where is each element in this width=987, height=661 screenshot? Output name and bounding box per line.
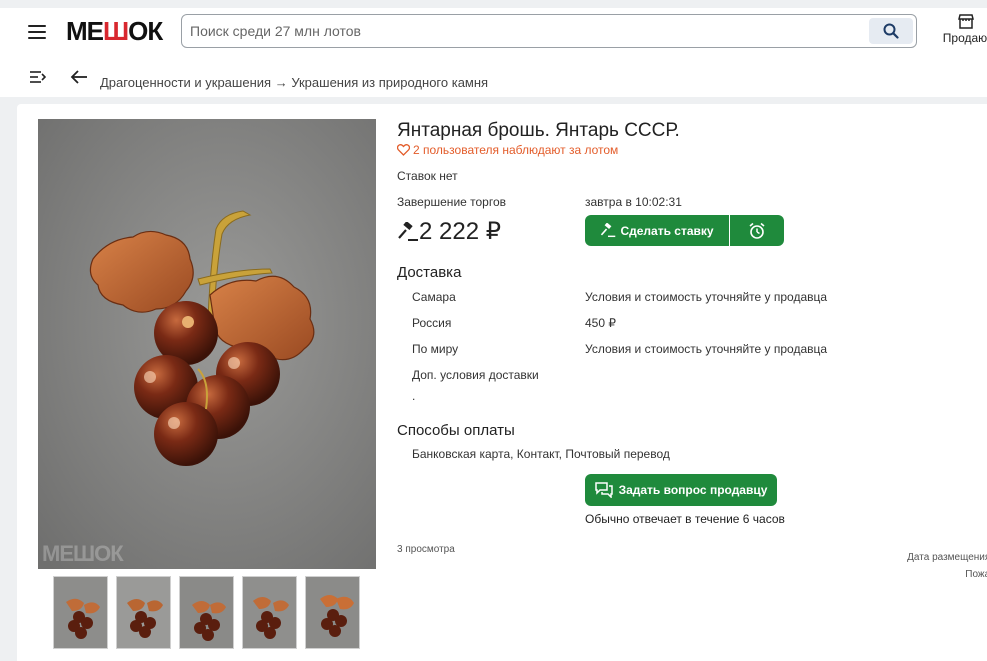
seller-reply-note: Обычно отвечает в течение 6 часов <box>585 512 785 526</box>
watchers-link[interactable]: 2 пользователя наблюдают за лотом <box>396 143 619 157</box>
views-count: 3 просмотра <box>397 544 455 555</box>
complain-link[interactable]: Пожалов <box>965 569 987 580</box>
delivery-value-russia: 450 ₽ <box>585 316 616 330</box>
delivery-label-world: По миру <box>412 342 459 356</box>
posted-date: Дата размещения 19. <box>907 552 987 563</box>
search-button[interactable] <box>869 18 913 44</box>
shop-icon <box>958 14 974 29</box>
thumbnail-3[interactable] <box>179 576 234 649</box>
delivery-label-extra: Доп. условия доставки <box>412 368 539 382</box>
place-bid-label: Сделать ставку <box>620 223 714 238</box>
ask-seller-label: Задать вопрос продавцу <box>618 483 768 497</box>
gavel-icon <box>601 223 616 238</box>
delivery-label-samara: Самара <box>412 290 456 304</box>
alarm-clock-icon <box>749 222 765 239</box>
sell-label: Продаю <box>942 31 987 45</box>
watchers-text: 2 пользователя наблюдают за лотом <box>413 143 619 157</box>
search-bar <box>181 14 917 48</box>
ask-seller-button[interactable]: Задать вопрос продавцу <box>585 474 777 506</box>
sidebar-menu-icon[interactable] <box>30 70 46 84</box>
reminder-button[interactable] <box>730 215 784 246</box>
site-header: МЕШОК Продаю Драгоценности и украшения →… <box>0 0 987 97</box>
thumbnail-strip <box>53 576 360 649</box>
delivery-label-russia: Россия <box>412 316 452 330</box>
chat-icon <box>594 482 613 498</box>
thumbnail-4[interactable] <box>242 576 297 649</box>
delivery-value-samara: Условия и стоимость уточняйте у продавца <box>585 290 828 304</box>
breadcrumb: Драгоценности и украшения → Украшения из… <box>100 75 488 90</box>
price-value: 2 222 ₽ <box>419 218 501 245</box>
auction-end-label: Завершение торгов <box>397 195 507 209</box>
main-photo[interactable]: МЕШОК <box>38 119 376 569</box>
thumbnail-1[interactable] <box>53 576 108 649</box>
lot-price: 2 222 ₽ <box>397 217 501 246</box>
payment-methods: Банковская карта, Контакт, Почтовый пере… <box>412 447 670 461</box>
amber-brooch-image <box>38 119 376 569</box>
auction-end-value: завтра в 10:02:31 <box>585 195 682 209</box>
menu-icon[interactable] <box>28 25 46 39</box>
gavel-icon <box>398 221 418 241</box>
delivery-value-world: Условия и стоимость уточняйте у продавца <box>585 342 828 356</box>
delivery-extra-text: . <box>412 389 416 403</box>
search-input[interactable] <box>190 15 860 47</box>
bids-status: Ставок нет <box>397 169 458 183</box>
back-arrow-icon[interactable] <box>70 69 88 85</box>
payment-heading: Способы оплаты <box>397 422 515 439</box>
place-bid-button[interactable]: Сделать ставку <box>585 215 729 246</box>
sell-link[interactable]: Продаю <box>940 14 987 45</box>
breadcrumb-subcategory[interactable]: Украшения из природного камня <box>291 75 488 90</box>
breadcrumb-separator: → <box>274 75 288 90</box>
breadcrumb-category[interactable]: Драгоценности и украшения <box>100 75 271 90</box>
lot-card: МЕШОК Янтарная брошь. Янтарь СССР. 2 пол… <box>17 104 987 661</box>
thumbnail-2[interactable] <box>116 576 171 649</box>
thumbnail-5[interactable] <box>305 576 360 649</box>
photo-watermark: МЕШОК <box>42 541 124 566</box>
lot-title: Янтарная брошь. Янтарь СССР. <box>397 120 680 141</box>
heart-icon <box>396 144 411 156</box>
delivery-heading: Доставка <box>397 264 462 281</box>
search-icon <box>883 23 899 39</box>
sub-navigation: Драгоценности и украшения → Украшения из… <box>0 66 987 90</box>
site-logo[interactable]: МЕШОК <box>66 16 163 47</box>
